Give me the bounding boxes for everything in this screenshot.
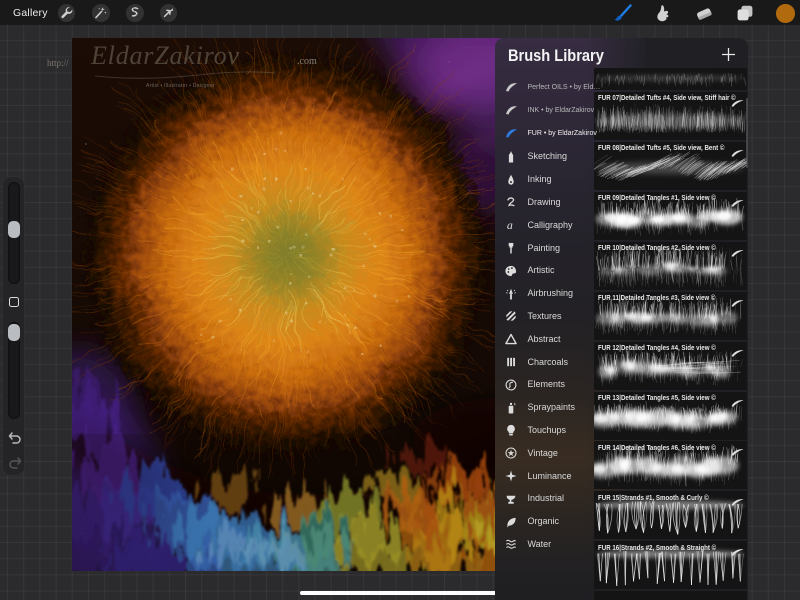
svg-text:a: a	[506, 219, 512, 231]
